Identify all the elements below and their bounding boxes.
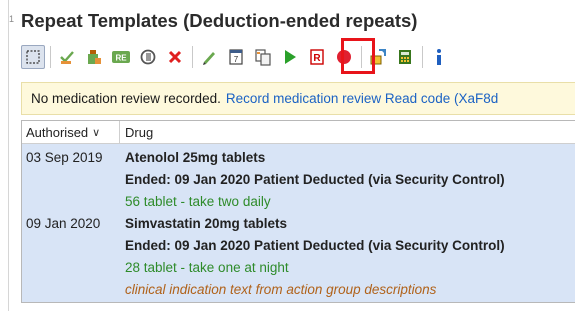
repeat-templates-grid: Authorised ∨ Drug 03 Sep 2019 Atenolol 2…: [21, 120, 575, 303]
select-button[interactable]: [21, 45, 45, 69]
authorised-date: 03 Sep 2019: [26, 150, 103, 165]
authorised-date: 09 Jan 2020: [26, 216, 101, 231]
copy-icon: [255, 49, 271, 66]
info-button[interactable]: [427, 45, 451, 69]
grid-body: 03 Sep 2019 Atenolol 25mg tablets Ended:…: [22, 144, 575, 302]
svg-text:7: 7: [234, 55, 239, 64]
dosage-text: 28 tablet - take one at night: [125, 260, 289, 275]
calculator-button[interactable]: [393, 45, 417, 69]
medication-review-banner: No medication review recorded. Record me…: [21, 82, 575, 115]
reorder-button[interactable]: [366, 45, 390, 69]
column-header-authorised[interactable]: Authorised ∨: [22, 121, 120, 143]
record-review-link[interactable]: Record medication review Read code (XaF8…: [226, 91, 498, 106]
document-icon: 7: [229, 49, 243, 65]
info-icon: [437, 49, 441, 65]
calculator-icon: [399, 50, 411, 64]
play-button[interactable]: [278, 45, 302, 69]
table-row[interactable]: 03 Sep 2019 Atenolol 25mg tablets Ended:…: [22, 147, 575, 213]
dosage-text: 56 tablet - take two daily: [125, 194, 271, 209]
cancel-button[interactable]: [163, 45, 187, 69]
left-gutter: [8, 0, 9, 311]
toolbar-separator: [50, 46, 51, 68]
ended-status: Ended: 09 Jan 2020 Patient Deducted (via…: [125, 238, 505, 253]
drug-detail: Atenolol 25mg tablets Ended: 09 Jan 2020…: [120, 147, 505, 213]
toolbar-separator: [422, 46, 423, 68]
bottle-icon: [88, 50, 101, 64]
banner-message: No medication review recorded.: [31, 91, 221, 106]
toolbar-separator: [361, 46, 362, 68]
panel-title: Repeat Templates (Deduction-ended repeat…: [21, 10, 418, 31]
rx-button[interactable]: RE: [109, 45, 133, 69]
record-button[interactable]: R: [305, 45, 329, 69]
repeat-prescribe-button[interactable]: [82, 45, 106, 69]
cancel-icon: [168, 50, 182, 64]
drug-detail: Simvastatin 20mg tablets Ended: 09 Jan 2…: [120, 213, 505, 301]
table-row[interactable]: 09 Jan 2020 Simvastatin 20mg tablets End…: [22, 213, 575, 301]
record-icon: R: [310, 49, 324, 65]
prescribe-button[interactable]: [55, 45, 79, 69]
toolbar: RE 7 R: [21, 42, 575, 72]
chevron-down-icon: ∨: [92, 126, 101, 139]
rx-icon: RE: [112, 51, 130, 63]
stop-icon: [337, 50, 351, 64]
prescribe-icon: [60, 51, 74, 64]
column-header-drug[interactable]: Drug: [120, 125, 153, 140]
toolbar-separator: [192, 46, 193, 68]
clinical-indication: clinical indication text from action gro…: [125, 282, 437, 297]
edit-icon: [203, 52, 215, 65]
play-icon: [285, 50, 296, 64]
grid-header: Authorised ∨ Drug: [22, 121, 575, 144]
svg-text:RE: RE: [115, 54, 127, 63]
document-button[interactable]: 7: [224, 45, 248, 69]
reorder-icon: [370, 49, 386, 65]
svg-text:R: R: [313, 53, 321, 64]
review-icon: [140, 49, 156, 65]
drug-name: Atenolol 25mg tablets: [125, 150, 266, 165]
review-button[interactable]: [136, 45, 160, 69]
stop-button[interactable]: [332, 45, 356, 69]
ended-status: Ended: 09 Jan 2020 Patient Deducted (via…: [125, 172, 505, 187]
gutter-mark: 1: [9, 14, 15, 24]
edit-button[interactable]: [197, 45, 221, 69]
select-icon: [26, 50, 40, 64]
authorised-header-label: Authorised: [26, 124, 89, 140]
copy-button[interactable]: [251, 45, 275, 69]
drug-name: Simvastatin 20mg tablets: [125, 216, 288, 231]
